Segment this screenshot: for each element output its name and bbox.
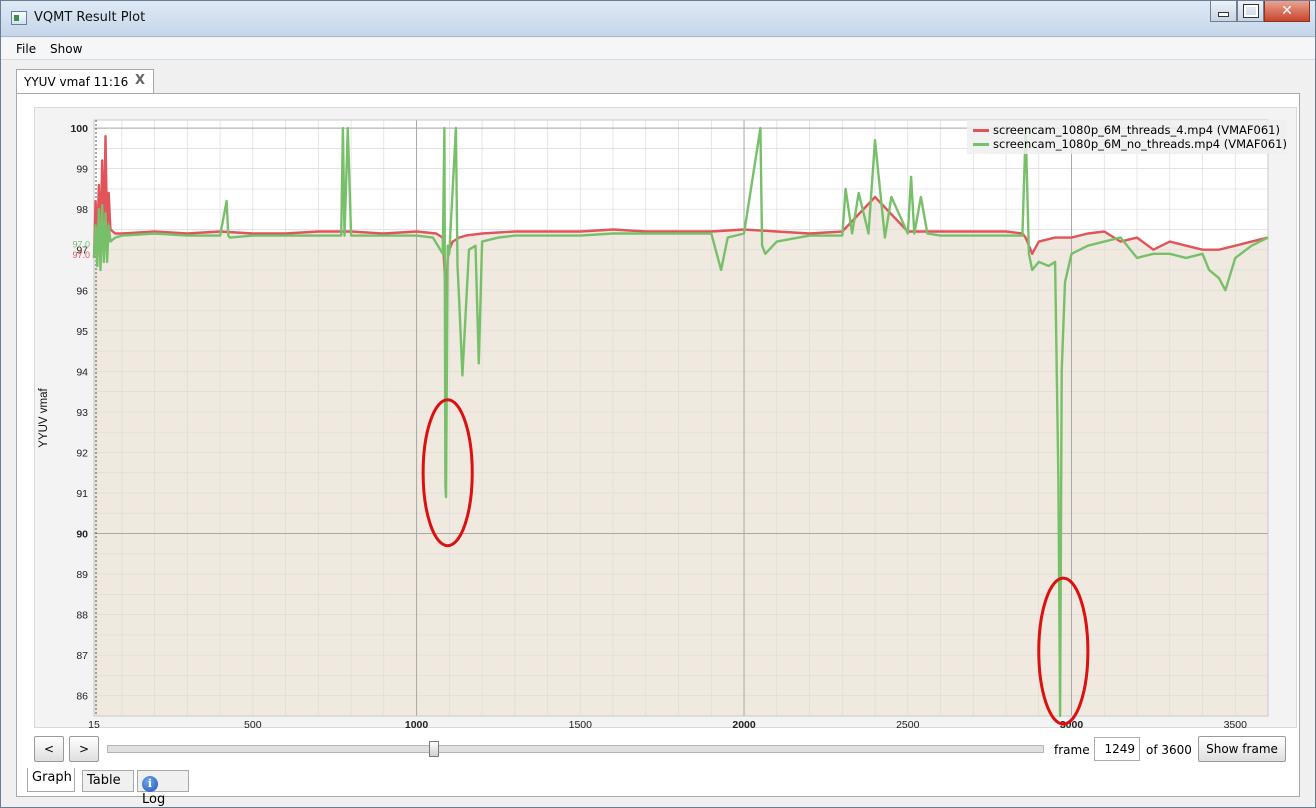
y-tick-label: 86 [76, 691, 88, 703]
document-tabs: YYUV vmaf 11:16 X [1, 61, 1315, 94]
y-tick-label: 92 [76, 447, 88, 459]
tab-log-label: Log [142, 792, 166, 807]
legend-swatch-red [973, 128, 989, 132]
x-tick-label: 1000 [405, 719, 429, 729]
y-tick-label: 87 [76, 650, 88, 662]
x-tick-label: 15 [88, 719, 100, 729]
frame-controls: < > frame 1249 of 3600 Show frame [17, 734, 1301, 766]
tab-yyuv-vmaf[interactable]: YYUV vmaf 11:16 X [16, 69, 154, 94]
marker-label-series-1: 97.0 [72, 250, 90, 260]
prev-frame-button[interactable]: < [34, 736, 64, 762]
maximize-button[interactable] [1237, 1, 1264, 22]
plot-panel: 100 99 98 97 96 95 94 93 92 91 90 89 88 87 86 15 500 1000… [16, 93, 1301, 807]
tab-graph[interactable]: Graph [27, 768, 75, 792]
minimize-button[interactable] [1210, 1, 1237, 22]
legend-label-series-1: screencam_1080p_6M_threads_4.mp4 (VMAF06… [993, 123, 1280, 137]
y-tick-label: 99 [76, 164, 88, 176]
legend-label-series-2: screencam_1080p_6M_no_threads.mp4 (VMAF0… [993, 137, 1287, 151]
next-frame-button[interactable]: > [69, 736, 99, 762]
x-tick-label: 1500 [569, 719, 593, 729]
y-tick-label: 91 [76, 488, 88, 500]
bottom-tabs: Graph Table iLog [17, 768, 1301, 807]
legend-entry-series-2: screencam_1080p_6M_no_threads.mp4 (VMAF0… [973, 137, 1287, 151]
vmaf-line-chart[interactable]: 100999897969594939291908988878615 500 1000… [35, 108, 1298, 729]
y-tick-label: 96 [76, 285, 88, 297]
legend-swatch-green [973, 142, 989, 146]
x-tick-label: 2000 [732, 719, 756, 729]
frame-slider[interactable] [107, 741, 1044, 757]
tab-label: YYUV vmaf 11:16 [24, 75, 129, 89]
marker-label-series-2: 97.0 [72, 240, 90, 250]
legend-entry-series-1: screencam_1080p_6M_threads_4.mp4 (VMAF06… [973, 123, 1280, 137]
chart-legend: screencam_1080p_6M_threads_4.mp4 (VMAF06… [967, 120, 1287, 154]
app-window: VQMT Result Plot ✕ File Show YYUV vmaf 1… [0, 0, 1316, 808]
menu-file[interactable]: File [16, 42, 36, 56]
y-axis-label: YYUV vmaf [38, 387, 50, 447]
close-window-button[interactable]: ✕ [1264, 1, 1310, 22]
x-tick-label: 500 [244, 719, 262, 729]
y-tick-label: 98 [76, 204, 88, 216]
total-frames-label: of 3600 [1146, 743, 1192, 757]
tab-log[interactable]: iLog [137, 770, 189, 807]
frame-number-input[interactable]: 1249 [1094, 737, 1140, 761]
y-tick-label: 90 [76, 529, 88, 541]
title-bar[interactable]: VQMT Result Plot ✕ [1, 1, 1315, 37]
x-tick-label: 3500 [1224, 719, 1248, 729]
tab-table[interactable]: Table [82, 770, 134, 792]
y-tick-label: 100 [70, 123, 88, 135]
show-frame-button[interactable]: Show frame [1198, 736, 1286, 762]
window-controls: ✕ [1210, 1, 1310, 23]
y-tick-label: 95 [76, 326, 88, 338]
menu-show[interactable]: Show [50, 42, 82, 56]
app-icon [11, 11, 27, 25]
y-tick-label: 89 [76, 569, 88, 581]
y-tick-label: 94 [76, 366, 88, 378]
y-tick-label: 93 [76, 407, 88, 419]
x-tick-label: 2500 [896, 719, 920, 729]
menu-bar: File Show [1, 38, 1315, 60]
tab-close-icon[interactable]: X [135, 73, 145, 88]
chart-frame: 100 99 98 97 96 95 94 93 92 91 90 89 88 87 86 15 500 1000… [34, 107, 1298, 729]
info-icon: i [142, 776, 158, 792]
frame-label: frame [1054, 743, 1090, 757]
slider-handle[interactable] [428, 741, 439, 757]
window-title: VQMT Result Plot [34, 10, 146, 25]
y-tick-label: 88 [76, 610, 88, 622]
